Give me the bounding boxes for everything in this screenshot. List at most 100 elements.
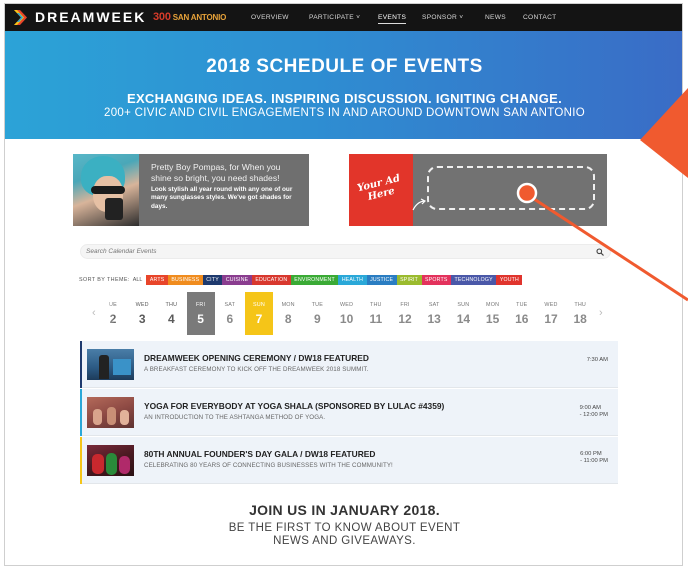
date-weekday: TUE — [311, 302, 324, 308]
date-cell[interactable]: FRI 12 — [391, 292, 419, 335]
event-time-start: 9:00 AM — [579, 405, 601, 411]
date-cell[interactable]: SUN 7 — [245, 292, 273, 335]
event-row[interactable]: YOGA FOR EVERYBODY AT YOGA SHALA (SPONSO… — [80, 389, 618, 436]
date-cell[interactable]: FRI 5 — [186, 292, 215, 335]
theme-tag-business[interactable]: BUSINESS — [167, 275, 203, 285]
theme-tag-health[interactable]: HEALTH — [338, 275, 367, 285]
nav-sponsor[interactable]: SPONSOR ˅ — [422, 14, 463, 21]
date-weekday: THU — [165, 302, 178, 308]
event-time-start: 7:30 AM — [586, 357, 608, 363]
date-cell[interactable]: WED 3 — [128, 292, 156, 335]
theme-tag-technology[interactable]: TECHNOLOGY — [450, 275, 497, 285]
date-number: 3 — [138, 312, 146, 326]
date-cell[interactable]: THU 4 — [157, 292, 185, 335]
theme-tag-youth[interactable]: YOUTH — [496, 275, 523, 285]
date-cell[interactable]: SUN 14 — [449, 292, 477, 335]
date-weekday: WED — [135, 302, 149, 308]
theme-tag-sports[interactable]: SPORTS — [421, 275, 451, 285]
search-input[interactable] — [86, 246, 586, 257]
theme-tag-justice[interactable]: JUSTICE — [366, 275, 397, 285]
date-weekday: FRI — [400, 302, 410, 308]
event-row[interactable]: DREAMWEEK OPENING CEREMONY / DW18 FEATUR… — [80, 341, 618, 388]
theme-tag-environment[interactable]: ENVIRONMENT — [290, 275, 339, 285]
date-number: 4 — [168, 312, 175, 326]
date-cell[interactable]: MON 8 — [274, 292, 302, 335]
date-number: 11 — [369, 312, 383, 326]
date-cell[interactable]: SAT 13 — [420, 292, 448, 335]
san-antonio-300-logo[interactable]: 300 SAN ANTONIO — [153, 11, 226, 23]
event-thumbnail — [87, 349, 134, 380]
page-frame: DREAMWEEK 300 SAN ANTONIO OVERVIEW PARTIC… — [4, 3, 683, 566]
date-strip: ‹ UE2WED3THU4FRI5SAT6SUN7MON8TUE9WED10TH… — [80, 290, 611, 336]
event-title[interactable]: 80TH ANNUAL FOUNDER'S DAY GALA / DW18 FE… — [144, 449, 375, 459]
date-number: 12 — [398, 312, 412, 326]
date-weekday: THU — [369, 302, 382, 308]
partner-name: SAN ANTONIO — [172, 13, 227, 22]
brand-name[interactable]: DREAMWEEK — [35, 9, 146, 25]
theme-all[interactable]: ALL — [133, 277, 143, 283]
date-weekday: SUN — [253, 302, 265, 308]
theme-tag-arts[interactable]: ARTS — [146, 275, 168, 285]
date-number: 10 — [339, 312, 354, 326]
event-accent — [80, 341, 82, 388]
date-cell[interactable]: MON 15 — [479, 292, 507, 335]
date-weekday: MON — [281, 302, 295, 308]
date-number: 17 — [544, 312, 558, 326]
nav-events[interactable]: EVENTS — [378, 14, 407, 24]
ad-photo — [73, 154, 139, 226]
partner-number: 300 — [153, 11, 171, 23]
nav-contact[interactable]: CONTACT — [523, 14, 556, 21]
date-cell[interactable]: TUE 16 — [508, 292, 536, 335]
nav-news[interactable]: NEWS — [485, 14, 506, 21]
ad-title: Pretty Boy Pompas, for When you shine so… — [151, 162, 281, 183]
search-icon[interactable] — [596, 248, 604, 256]
theme-tag-city[interactable]: CITY — [202, 275, 223, 285]
date-cell[interactable]: WED 17 — [537, 292, 565, 335]
event-thumbnail — [87, 397, 134, 428]
date-number: 9 — [314, 312, 321, 326]
event-time-end: - 12:00 PM — [579, 412, 608, 418]
sunglasses-ad[interactable]: Pretty Boy Pompas, for When you shine so… — [73, 154, 309, 226]
date-weekday: MON — [486, 302, 500, 308]
event-accent — [80, 389, 82, 436]
cta-heading: JOIN US IN JANUARY 2018. — [249, 502, 440, 518]
event-time: 9:00 AM - 12:00 PM — [580, 405, 608, 419]
chevron-right-icon[interactable]: › — [599, 307, 603, 319]
date-cell[interactable]: TUE 9 — [303, 292, 331, 335]
date-number: 7 — [255, 312, 263, 326]
ad-script-text: Your Ad Here — [356, 173, 402, 203]
date-weekday: SAT — [224, 302, 236, 308]
date-weekday: WED — [340, 302, 354, 308]
date-cell[interactable]: SAT 6 — [216, 292, 244, 335]
event-time-end: - 11:00 PM — [580, 458, 608, 464]
date-number: 13 — [427, 312, 441, 326]
nav-participate[interactable]: PARTICIPATE ˅ — [309, 14, 360, 21]
theme-filter-label: SORT BY THEME: — [79, 277, 130, 283]
date-number: 14 — [456, 312, 471, 326]
theme-tag-cuisine[interactable]: CUISINE — [222, 275, 252, 285]
date-weekday: THU — [574, 302, 587, 308]
date-cell[interactable]: THU 11 — [362, 292, 390, 335]
chevron-left-icon[interactable]: ‹ — [92, 307, 96, 319]
date-cell[interactable]: WED 10 — [333, 292, 361, 335]
page-title: 2018 SCHEDULE OF EVENTS — [206, 56, 483, 77]
date-weekday: WED — [544, 302, 558, 308]
nav-overview[interactable]: OVERVIEW — [251, 14, 289, 21]
event-time: 6:00 PM - 11:00 PM — [580, 451, 608, 465]
date-number: 18 — [573, 312, 587, 326]
cta-line-1: BE THE FIRST TO KNOW ABOUT EVENT — [228, 522, 461, 534]
date-cell[interactable]: THU 18 — [566, 292, 594, 335]
event-row[interactable]: 80TH ANNUAL FOUNDER'S DAY GALA / DW18 FE… — [80, 437, 618, 484]
your-ad-here-banner[interactable]: Your Ad Here — [349, 154, 607, 226]
cta-text: BE THE FIRST TO KNOW ABOUT EVENT NEWS AN… — [5, 522, 682, 548]
event-title[interactable]: DREAMWEEK OPENING CEREMONY / DW18 FEATUR… — [144, 353, 369, 363]
theme-tag-education[interactable]: EDUCATION — [251, 275, 291, 285]
ad-red-panel: Your Ad Here — [349, 154, 413, 226]
event-accent — [80, 437, 82, 484]
date-number: 16 — [515, 312, 529, 326]
hero-subtitle: 200+ CIVIC AND CIVIL ENGAGEMENTS IN AND … — [104, 107, 585, 119]
date-weekday: TUE — [516, 302, 528, 308]
event-title[interactable]: YOGA FOR EVERYBODY AT YOGA SHALA (SPONSO… — [144, 401, 444, 411]
theme-tag-spirit[interactable]: SPIRIT — [396, 275, 422, 285]
event-subtitle: CELEBRATING 80 YEARS OF CONNECTING BUSIN… — [144, 462, 393, 469]
